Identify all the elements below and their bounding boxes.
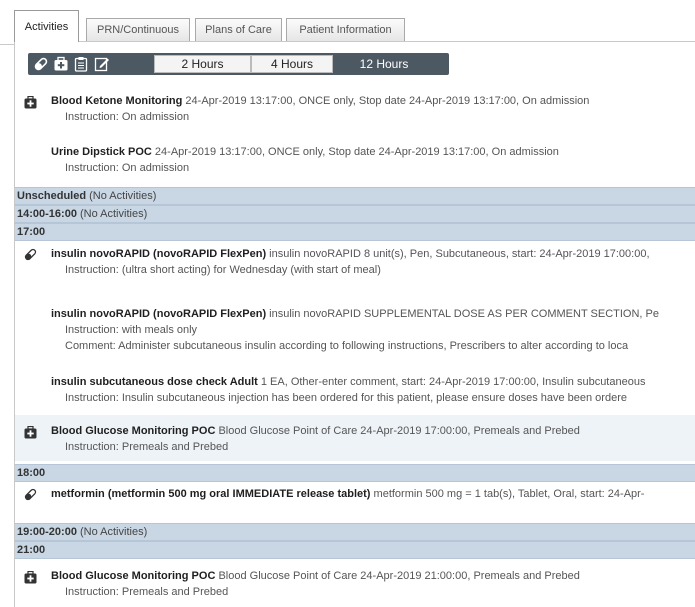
entry-name: insulin novoRAPID (novoRAPID FlexPen) xyxy=(51,308,267,320)
hours-2-button[interactable]: 2 Hours xyxy=(154,55,251,73)
section-title: 14:00-16:00 xyxy=(17,208,77,220)
entry-detail: insulin novoRAPID SUPPLEMENTAL DOSE AS P… xyxy=(266,308,659,320)
section-header: 14:00-16:00 (No Activities) xyxy=(15,205,695,223)
pill-icon xyxy=(24,488,37,501)
entry-detail: Blood Glucose Point of Care 24-Apr-2019 … xyxy=(215,570,580,582)
section-detail: (No Activities) xyxy=(76,526,148,538)
section-header: 19:00-20:00 (No Activities) xyxy=(15,523,695,541)
tab-activities[interactable]: Activities xyxy=(14,10,79,42)
hours-4-button[interactable]: 4 Hours xyxy=(251,55,333,73)
list-item[interactable]: Blood Glucose Monitoring POC Blood Gluco… xyxy=(15,568,695,604)
section-title: 17:00 xyxy=(17,226,46,238)
entry-name: Blood Glucose Monitoring POC xyxy=(51,425,216,437)
entry-detail: metformin 500 mg = 1 tab(s), Tablet, Ora… xyxy=(370,488,645,500)
entry-instruction: Instruction: with meals only xyxy=(65,324,198,336)
medical-kit-icon xyxy=(24,425,37,439)
entry-detail: Blood Glucose Point of Care 24-Apr-2019 … xyxy=(215,425,580,437)
medical-kit-icon xyxy=(24,95,37,109)
pill-icon xyxy=(24,248,37,261)
entry-name: Blood Ketone Monitoring xyxy=(51,95,183,107)
entry-instruction: Instruction: Premeals and Prebed xyxy=(65,586,229,598)
tab-prn-continuous[interactable]: PRN/Continuous xyxy=(86,18,190,41)
entry-name: Urine Dipstick POC xyxy=(51,146,152,158)
section-title: 18:00 xyxy=(17,467,46,479)
entry-name: metformin (metformin 500 mg oral IMMEDIA… xyxy=(51,488,371,500)
list-item[interactable]: metformin (metformin 500 mg oral IMMEDIA… xyxy=(15,486,695,506)
hours-12-button[interactable]: 12 Hours xyxy=(333,55,435,73)
section-detail: (No Activities) xyxy=(76,208,148,220)
section-header: 21:00 xyxy=(15,541,695,559)
entry-detail: insulin novoRAPID 8 unit(s), Pen, Subcut… xyxy=(266,248,650,260)
entry-instruction: Instruction: (ultra short acting) for We… xyxy=(65,264,381,276)
list-item[interactable]: Blood Glucose Monitoring POC Blood Gluco… xyxy=(15,415,695,461)
section-title: 19:00-20:00 xyxy=(17,526,77,538)
pill-icon[interactable] xyxy=(33,56,49,72)
tab-patient-information[interactable]: Patient Information xyxy=(286,18,405,41)
section-header: 17:00 xyxy=(15,223,695,241)
section-title: Unscheduled xyxy=(17,190,87,202)
section-header: 18:00 xyxy=(15,464,695,482)
entry-name: insulin subcutaneous dose check Adult xyxy=(51,376,258,388)
list-item[interactable]: insulin novoRAPID (novoRAPID FlexPen) in… xyxy=(15,306,695,358)
medical-kit-icon[interactable] xyxy=(53,56,69,72)
entry-instruction: Instruction: Insulin subcutaneous inject… xyxy=(65,392,627,404)
entry-instruction: Instruction: Premeals and Prebed xyxy=(65,441,229,453)
list-item[interactable]: Blood Ketone Monitoring 24-Apr-2019 13:1… xyxy=(15,93,695,129)
tab-plans-of-care[interactable]: Plans of Care xyxy=(195,18,282,41)
edit-note-icon[interactable] xyxy=(94,56,110,72)
list-item[interactable]: insulin subcutaneous dose check Adult 1 … xyxy=(15,374,695,410)
entry-instruction: Instruction: On admission xyxy=(65,162,190,174)
entry-comment: Comment: Administer subcutaneous insulin… xyxy=(65,340,629,352)
entry-detail: 24-Apr-2019 13:17:00, ONCE only, Stop da… xyxy=(151,146,559,158)
entry-instruction: Instruction: On admission xyxy=(65,111,190,123)
entry-name: insulin novoRAPID (novoRAPID FlexPen) xyxy=(51,248,267,260)
list-item[interactable]: Urine Dipstick POC 24-Apr-2019 13:17:00,… xyxy=(15,144,695,180)
tab-bar: Activities PRN/Continuous Plans of Care … xyxy=(0,0,695,45)
medical-kit-icon xyxy=(24,570,37,584)
section-title: 21:00 xyxy=(17,544,46,556)
section-header: Unscheduled (No Activities) xyxy=(15,187,695,205)
entry-name: Blood Glucose Monitoring POC xyxy=(51,570,216,582)
entry-detail: 1 EA, Other-enter comment, start: 24-Apr… xyxy=(257,376,646,388)
entry-detail: 24-Apr-2019 13:17:00, ONCE only, Stop da… xyxy=(182,95,590,107)
clipboard-icon[interactable] xyxy=(73,56,89,72)
list-item[interactable]: insulin novoRAPID (novoRAPID FlexPen) in… xyxy=(15,246,695,282)
section-detail: (No Activities) xyxy=(86,190,157,202)
toolbar: 2 Hours 4 Hours 12 Hours xyxy=(28,53,449,75)
